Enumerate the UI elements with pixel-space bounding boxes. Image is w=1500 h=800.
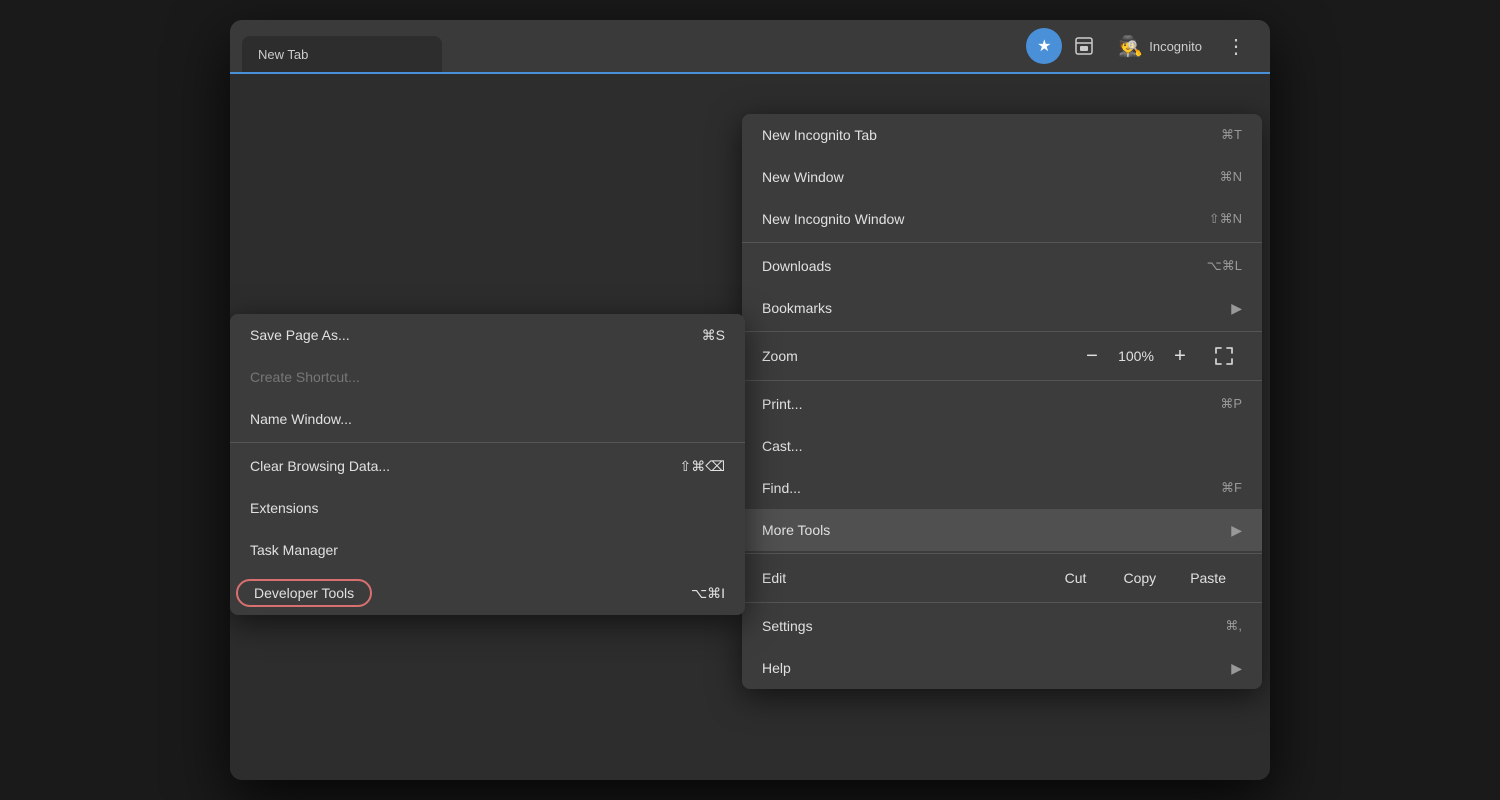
menu-item-settings[interactable]: Settings ⌘, (742, 605, 1262, 647)
sub-menu-item-shortcut: ⌘S (702, 327, 725, 344)
copy-button[interactable]: Copy (1108, 564, 1173, 592)
tab-label: New Tab (258, 47, 308, 62)
zoom-label: Zoom (762, 348, 1074, 364)
page-content: New Incognito Tab ⌘T New Window ⌘N New I… (230, 114, 1270, 780)
menu-item-shortcut: ⌘F (1221, 480, 1242, 496)
menu-separator-2 (742, 331, 1262, 332)
developer-tools-label: Developer Tools (236, 579, 372, 607)
menu-item-label: Settings (762, 618, 813, 634)
sub-menu-item-extensions[interactable]: Extensions (230, 487, 745, 529)
menu-button[interactable]: ⋮ (1218, 28, 1254, 64)
incognito-icon: 🕵 (1118, 34, 1143, 59)
menu-item-shortcut: ⌘P (1220, 396, 1242, 412)
sub-menu-item-task-manager[interactable]: Task Manager (230, 529, 745, 571)
menu-item-shortcut: ⇧⌘N (1209, 211, 1242, 227)
address-bar (230, 72, 1270, 114)
menu-item-new-incognito-window[interactable]: New Incognito Window ⇧⌘N (742, 198, 1262, 240)
fullscreen-button[interactable] (1206, 340, 1242, 372)
zoom-row: Zoom − 100% + (742, 334, 1262, 378)
chevron-right-icon: ▶ (1231, 660, 1242, 677)
sub-menu-item-name-window[interactable]: Name Window... (230, 398, 745, 440)
menu-separator-1 (742, 242, 1262, 243)
menu-item-shortcut: ⌘N (1220, 169, 1242, 185)
sub-menu-item-developer-tools[interactable]: Developer Tools ⌥⌘I (230, 571, 745, 615)
tab-area: New Tab (242, 20, 1018, 72)
menu-item-label: Downloads (762, 258, 831, 274)
zoom-out-button[interactable]: − (1074, 340, 1110, 372)
sub-menu-separator-1 (230, 442, 745, 443)
menu-item-find[interactable]: Find... ⌘F (742, 467, 1262, 509)
incognito-label: Incognito (1149, 39, 1202, 54)
menu-item-label: Help (762, 660, 791, 676)
menu-item-label: More Tools (762, 522, 830, 538)
menu-item-shortcut: ⌘T (1221, 127, 1242, 143)
chevron-right-icon: ▶ (1231, 300, 1242, 317)
sub-menu-item-shortcut: ⇧⌘⌫ (679, 458, 725, 475)
menu-item-label: Cast... (762, 438, 802, 454)
sub-menu-item-label: Name Window... (250, 411, 352, 427)
paste-button[interactable]: Paste (1174, 564, 1242, 592)
sub-menu-item-label: Save Page As... (250, 327, 350, 343)
menu-item-print[interactable]: Print... ⌘P (742, 383, 1262, 425)
menu-item-downloads[interactable]: Downloads ⌥⌘L (742, 245, 1262, 287)
edit-row: Edit Cut Copy Paste (742, 556, 1262, 600)
menu-item-shortcut: ⌘, (1225, 618, 1242, 634)
sub-menu-item-label: Extensions (250, 500, 318, 516)
zoom-in-button[interactable]: + (1162, 340, 1198, 372)
sub-menu-item-save-page[interactable]: Save Page As... ⌘S (230, 314, 745, 356)
menu-item-new-window[interactable]: New Window ⌘N (742, 156, 1262, 198)
sub-menu-item-label: Create Shortcut... (250, 369, 360, 385)
menu-item-label: Bookmarks (762, 300, 832, 316)
tab-search-button[interactable] (1066, 28, 1102, 64)
cut-button[interactable]: Cut (1046, 564, 1106, 592)
title-bar: New Tab ★ 🕵 Incognito ⋮ (230, 20, 1270, 72)
menu-item-label: New Window (762, 169, 844, 185)
menu-item-shortcut: ⌥⌘L (1207, 258, 1242, 274)
bookmark-star-button[interactable]: ★ (1026, 28, 1062, 64)
more-tools-submenu: Save Page As... ⌘S Create Shortcut... Na… (230, 314, 745, 615)
chevron-right-icon: ▶ (1231, 522, 1242, 539)
menu-item-help[interactable]: Help ▶ (742, 647, 1262, 689)
menu-separator-3 (742, 380, 1262, 381)
menu-item-cast[interactable]: Cast... (742, 425, 1262, 467)
menu-separator-5 (742, 602, 1262, 603)
sub-menu-item-shortcut: ⌥⌘I (691, 585, 725, 602)
menu-item-more-tools[interactable]: More Tools ▶ (742, 509, 1262, 551)
sub-menu-item-label: Task Manager (250, 542, 338, 558)
menu-separator-4 (742, 553, 1262, 554)
toolbar-icons: ★ 🕵 Incognito ⋮ (1026, 28, 1258, 65)
chrome-menu: New Incognito Tab ⌘T New Window ⌘N New I… (742, 114, 1262, 689)
incognito-profile-button[interactable]: 🕵 Incognito (1106, 28, 1214, 65)
sub-menu-item-create-shortcut[interactable]: Create Shortcut... (230, 356, 745, 398)
sub-menu-item-clear-browsing[interactable]: Clear Browsing Data... ⇧⌘⌫ (230, 445, 745, 487)
menu-item-new-incognito-tab[interactable]: New Incognito Tab ⌘T (742, 114, 1262, 156)
zoom-value: 100% (1110, 348, 1162, 364)
menu-item-bookmarks[interactable]: Bookmarks ▶ (742, 287, 1262, 329)
browser-window: New Tab ★ 🕵 Incognito ⋮ (230, 20, 1270, 780)
edit-label: Edit (762, 570, 1044, 586)
browser-tab[interactable]: New Tab (242, 36, 442, 72)
menu-item-label: Print... (762, 396, 802, 412)
menu-item-label: New Incognito Window (762, 211, 904, 227)
zoom-controls: − 100% + (1074, 340, 1198, 372)
menu-item-label: New Incognito Tab (762, 127, 877, 143)
sub-menu-item-label: Clear Browsing Data... (250, 458, 390, 474)
menu-item-label: Find... (762, 480, 801, 496)
